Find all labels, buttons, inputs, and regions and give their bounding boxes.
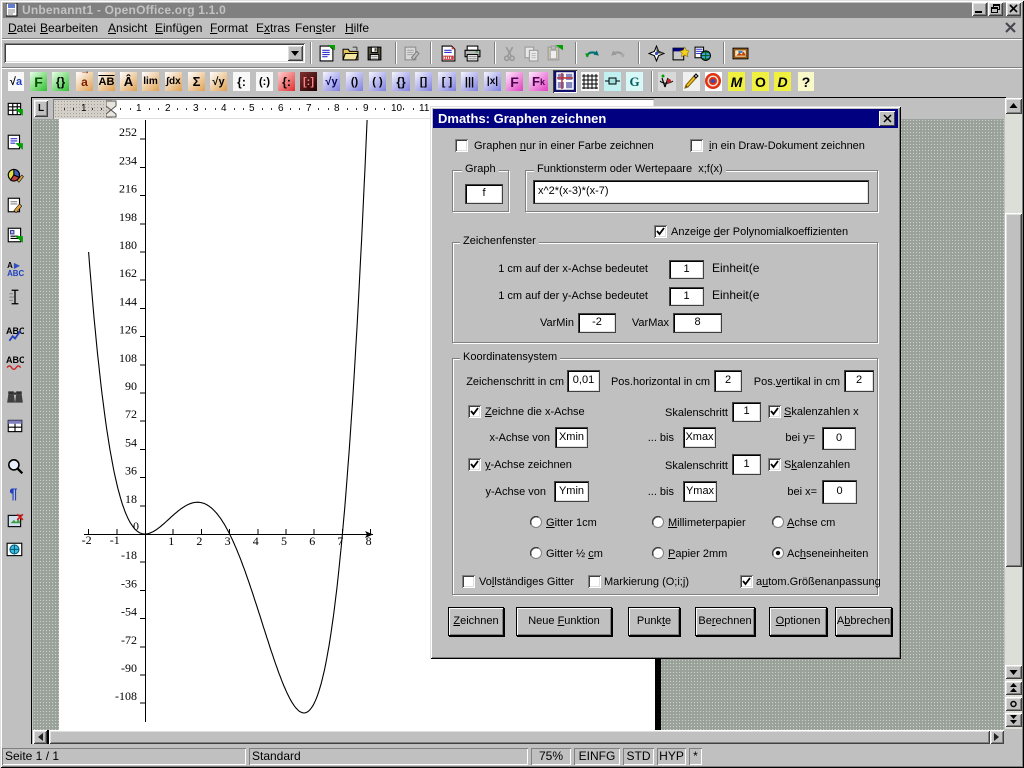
svg-text:ABC: ABC bbox=[7, 269, 24, 277]
svg-text:-108: -108 bbox=[115, 689, 137, 703]
svg-text:-36: -36 bbox=[121, 576, 137, 590]
svg-text:216: 216 bbox=[119, 182, 137, 196]
svg-text:8: 8 bbox=[366, 534, 372, 548]
svg-text:3: 3 bbox=[225, 534, 231, 548]
svg-text:180: 180 bbox=[119, 238, 137, 252]
svg-text:-90: -90 bbox=[121, 661, 137, 675]
svg-text:-1: -1 bbox=[110, 533, 120, 547]
svg-text:ABC: ABC bbox=[6, 326, 24, 336]
svg-text:2: 2 bbox=[196, 534, 202, 548]
svg-text:¶: ¶ bbox=[9, 487, 17, 502]
svg-text:5: 5 bbox=[281, 534, 287, 548]
svg-text:-18: -18 bbox=[121, 548, 137, 562]
svg-text:-2: -2 bbox=[82, 533, 92, 547]
svg-text:6: 6 bbox=[309, 534, 315, 548]
svg-text:-72: -72 bbox=[121, 633, 137, 647]
svg-text:18: 18 bbox=[125, 492, 137, 506]
svg-text:36: 36 bbox=[125, 464, 137, 478]
svg-text:234: 234 bbox=[119, 153, 137, 167]
svg-text:ABC: ABC bbox=[6, 355, 24, 365]
svg-text:198: 198 bbox=[119, 210, 137, 224]
svg-text:-54: -54 bbox=[121, 605, 137, 619]
svg-text:0: 0 bbox=[133, 519, 139, 533]
svg-text:144: 144 bbox=[119, 294, 137, 308]
svg-text:4: 4 bbox=[253, 534, 259, 548]
svg-text:72: 72 bbox=[125, 407, 137, 421]
svg-text:90: 90 bbox=[125, 379, 137, 393]
svg-text:108: 108 bbox=[119, 351, 137, 365]
svg-text:1: 1 bbox=[168, 534, 174, 548]
svg-text:162: 162 bbox=[119, 266, 137, 280]
svg-text:54: 54 bbox=[125, 435, 137, 449]
svg-text:252: 252 bbox=[119, 125, 137, 139]
svg-text:126: 126 bbox=[119, 323, 137, 337]
